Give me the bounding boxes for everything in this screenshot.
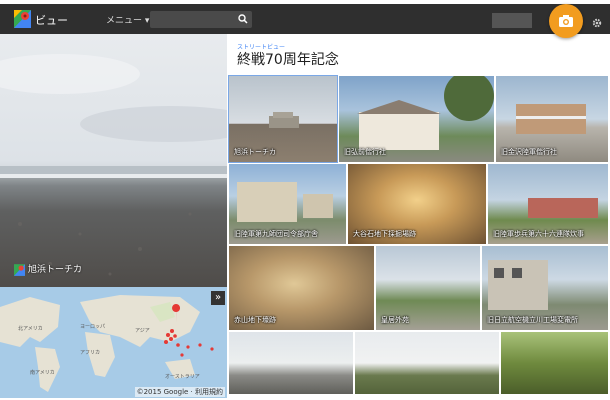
tile-row4-3[interactable] (501, 332, 608, 394)
tile-label: 皇居外苑 (381, 316, 409, 324)
tile-asahihama[interactable]: 旭浜トーチカ (228, 75, 338, 163)
tile-kokyo-gaien[interactable]: 皇居外苑 (376, 246, 480, 330)
map-markers (164, 304, 214, 357)
left-pane: 旭浜トーチカ 北アメリカ ヨーロッパ アジア アフリカ 南アメリカ オーストラリ… (0, 34, 227, 398)
tile-kanazawa[interactable]: 旧金沢陸軍偕行社 (496, 76, 608, 162)
collection-title: 終戦70周年記念 (237, 52, 339, 68)
expand-map-button[interactable]: » (211, 291, 225, 305)
tile-label: 旧陸軍歩兵第六十六連隊炊事 (493, 230, 584, 238)
collection-panel: ストリートビュー 終戦70周年記念 旭浜トーチカ 旧弘前偕行社 旧金沢陸軍偕行社… (227, 34, 610, 398)
world-map[interactable]: 北アメリカ ヨーロッパ アジア アフリカ 南アメリカ オーストラリア » ©20… (0, 287, 227, 398)
tile-label: 旭浜トーチカ (234, 148, 276, 156)
top-bar: ビュー メニュー ▾ (0, 4, 610, 34)
tile-label: 旧日立航空機立川工場変電所 (487, 316, 578, 324)
panorama-label: 旭浜トーチカ (14, 262, 82, 276)
search-icon[interactable] (238, 14, 248, 24)
tile-9th-division[interactable]: 旧陸軍第九師団司令部庁舎 (229, 164, 346, 244)
tile-label: 旧陸軍第九師団司令部庁舎 (234, 230, 318, 238)
map-pin-icon[interactable] (172, 304, 181, 323)
tile-label: 大谷石地下採掘場跡 (353, 230, 416, 238)
tile-oya-quarry[interactable]: 大谷石地下採掘場跡 (348, 164, 486, 244)
map-copyright: ©2015 Google · 利用規約 (134, 387, 225, 397)
menu-button[interactable]: メニュー ▾ (106, 13, 149, 26)
tile-label: 赤山地下壕跡 (234, 316, 276, 324)
tile-row4-1[interactable] (229, 332, 353, 394)
add-photo-button[interactable] (549, 4, 583, 38)
maps-logo-icon[interactable] (14, 10, 31, 28)
tile-66th-regiment[interactable]: 旧陸軍歩兵第六十六連隊炊事 (488, 164, 608, 244)
beach-scene (0, 54, 227, 276)
camera-icon (559, 15, 573, 27)
account-avatar[interactable] (492, 13, 532, 28)
tile-label: 旧金沢陸軍偕行社 (501, 148, 557, 156)
app-title: ビュー (35, 14, 68, 27)
tile-akayama[interactable]: 赤山地下壕跡 (229, 246, 374, 330)
maps-pin-icon (14, 263, 25, 276)
panorama-view[interactable]: 旭浜トーチカ (0, 34, 227, 287)
search-input[interactable] (150, 11, 252, 28)
tile-row4-2[interactable] (355, 332, 499, 394)
tile-hirosaki[interactable]: 旧弘前偕行社 (339, 76, 494, 162)
tile-label: 旧弘前偕行社 (344, 148, 386, 156)
tile-tachikawa[interactable]: 旧日立航空機立川工場変電所 (482, 246, 608, 330)
gear-icon[interactable] (592, 18, 602, 28)
